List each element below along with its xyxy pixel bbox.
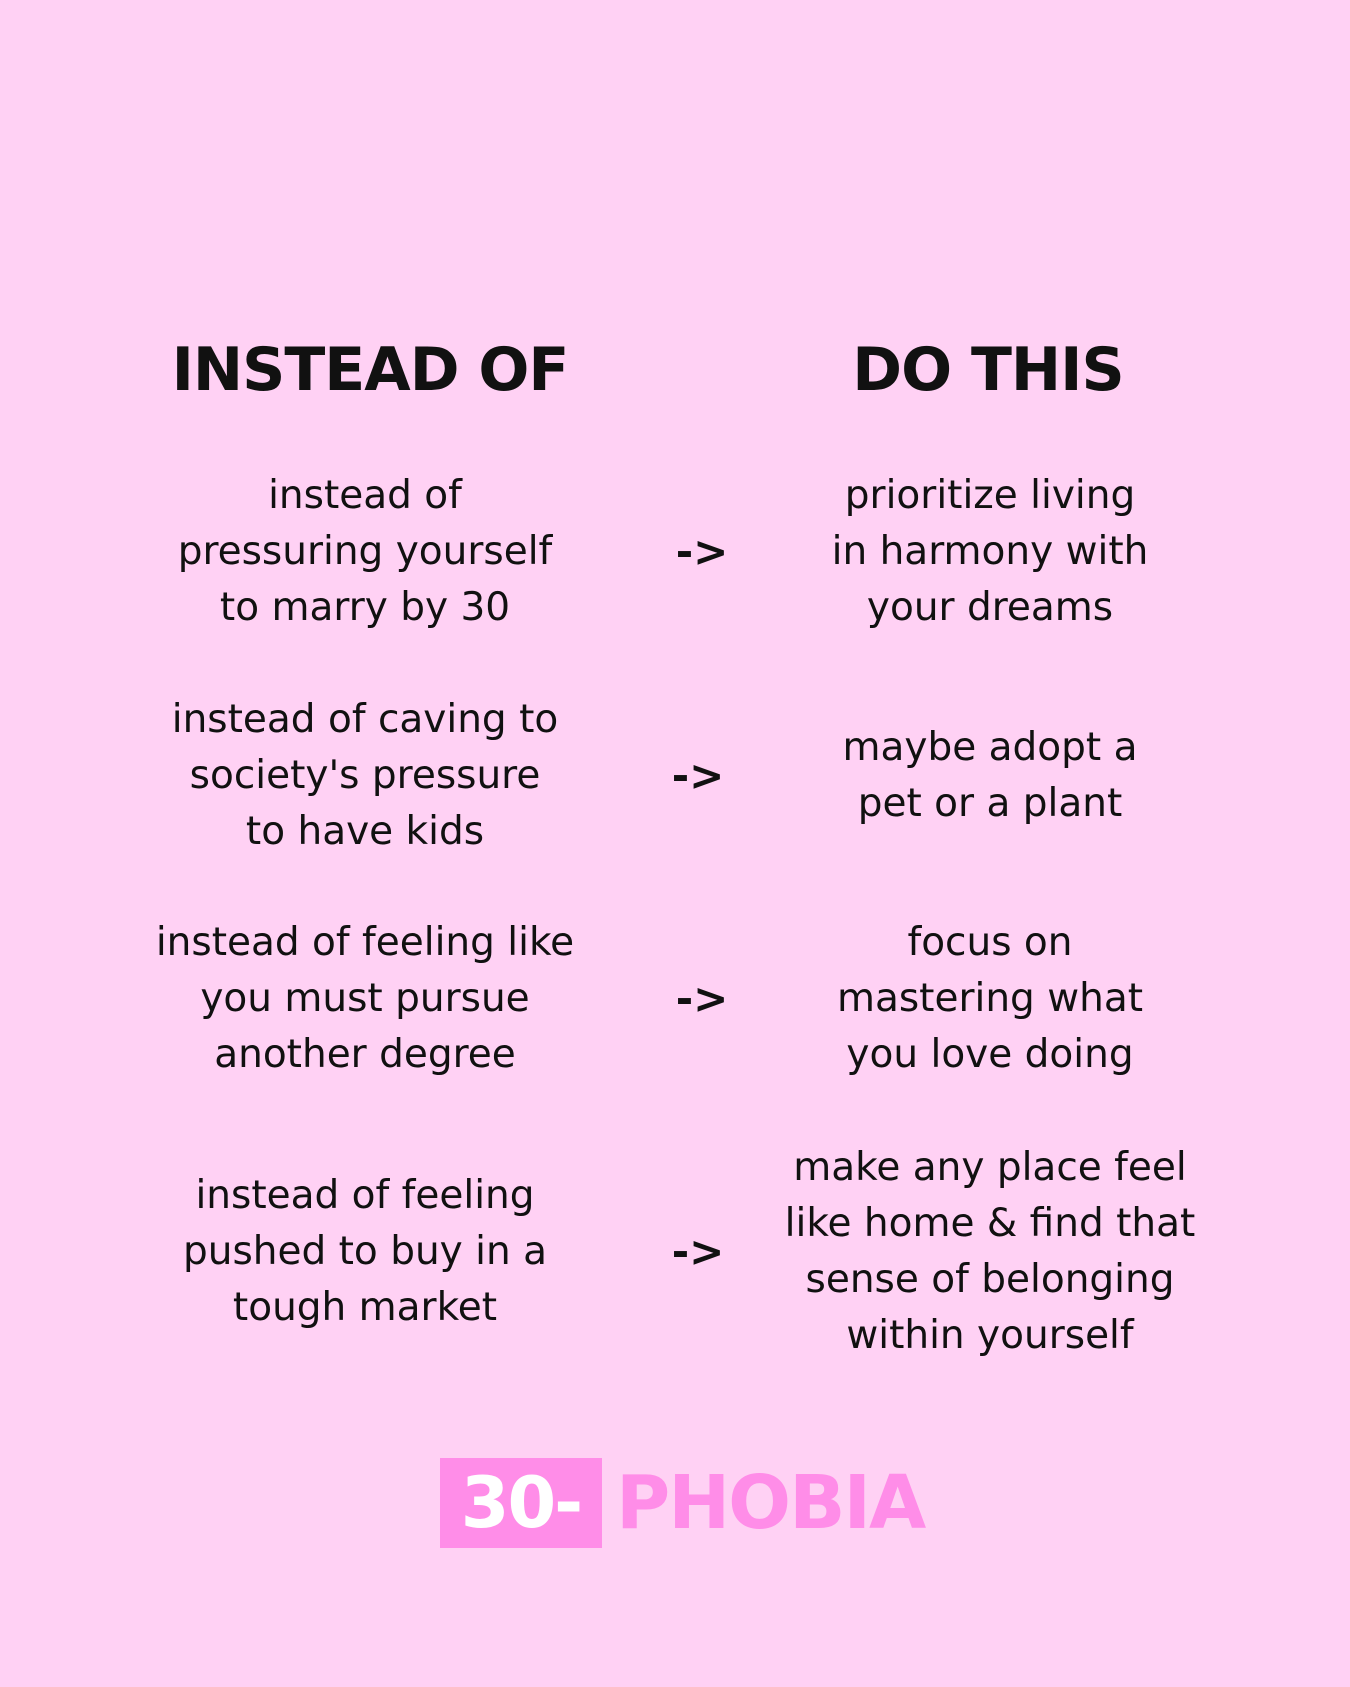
logo-wordmark: PHOBIA <box>616 1460 926 1546</box>
brand-logo: 30- PHOBIA <box>440 1458 926 1548</box>
headers: INSTEAD OF DO THIS <box>0 330 1350 410</box>
logo-number-box: 30- <box>440 1458 602 1548</box>
do-this-text: focus on mastering what you love doing <box>836 920 1144 1077</box>
arrow-icon: -> <box>675 527 729 576</box>
arrow-icon: -> <box>671 751 725 800</box>
do-this-text: make any place feel like home & find tha… <box>784 1145 1196 1358</box>
instead-text: instead of caving to society's pressure … <box>171 697 559 854</box>
do-this-text: maybe adopt a pet or a plant <box>842 725 1138 826</box>
arrow-icon: -> <box>675 974 729 1023</box>
instead-text: instead of feeling like you must pursue … <box>155 920 575 1077</box>
do-this-text: prioritize living in harmony with your d… <box>831 473 1149 630</box>
instead-text: instead of pressuring yourself to marry … <box>177 473 553 630</box>
header-instead-of: INSTEAD OF <box>171 335 570 405</box>
arrow-icon: -> <box>671 1227 725 1276</box>
header-do-this: DO THIS <box>852 335 1124 405</box>
instead-text: instead of feeling pushed to buy in a to… <box>182 1173 547 1330</box>
